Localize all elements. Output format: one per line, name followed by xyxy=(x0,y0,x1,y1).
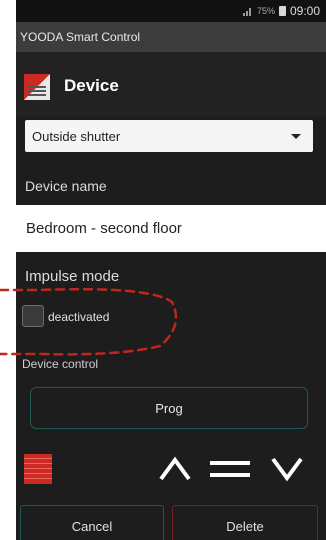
device-name-input[interactable] xyxy=(16,205,326,252)
device-type-dropdown[interactable]: Outside shutter xyxy=(25,120,313,152)
signal-icon xyxy=(242,6,253,16)
cancel-button[interactable]: Cancel xyxy=(20,505,164,540)
stop-icon[interactable] xyxy=(210,460,250,478)
chevron-down-icon xyxy=(291,134,301,139)
status-bar: 75% 09:00 xyxy=(16,0,326,22)
page-title: Device xyxy=(64,76,119,95)
app-name: YOODA Smart Control xyxy=(16,22,326,52)
action-bar: Device xyxy=(16,52,326,116)
shutter-app-icon xyxy=(24,74,50,100)
delete-button[interactable]: Delete xyxy=(172,505,318,540)
battery-percent: 75% xyxy=(256,6,275,16)
battery-icon xyxy=(278,6,286,16)
shutter-icon xyxy=(24,454,52,484)
phone-screen: 75% 09:00 YOODA Smart Control Device Out… xyxy=(16,0,326,540)
status-time: 09:00 xyxy=(289,4,320,18)
device-type-selected: Outside shutter xyxy=(32,129,121,144)
prog-button[interactable]: Prog xyxy=(30,387,308,429)
impulse-mode-checkbox-label[interactable]: deactivated xyxy=(48,310,109,324)
up-arrow-icon[interactable] xyxy=(158,456,192,482)
device-control-label: Device control xyxy=(22,357,99,371)
down-arrow-icon[interactable] xyxy=(270,456,304,482)
impulse-mode-checkbox[interactable] xyxy=(22,305,44,327)
impulse-mode-label: Impulse mode xyxy=(25,268,120,285)
device-name-label: Device name xyxy=(25,178,107,194)
